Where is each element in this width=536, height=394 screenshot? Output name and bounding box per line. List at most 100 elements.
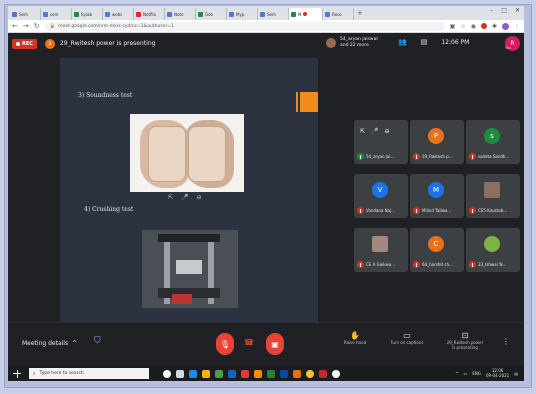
star-icon[interactable]: ☆ xyxy=(460,23,465,30)
new-tab-button[interactable]: + xyxy=(357,9,363,17)
muted-mic-icon xyxy=(469,153,476,160)
browser-tab-active[interactable]: M xyxy=(289,8,323,20)
browser-tab[interactable]: Myp xyxy=(227,8,258,20)
participant-tile[interactable]: 33_Ishwar N... xyxy=(466,228,520,272)
extension-area: ▣ ☆ ◉ ✱ ⋮ xyxy=(450,22,520,30)
mic-toggle-button[interactable]: 🎙 xyxy=(216,333,234,355)
tab-favicon-icon xyxy=(43,11,48,17)
minimize-button[interactable]: – xyxy=(490,7,493,14)
app-icon[interactable] xyxy=(280,369,288,378)
participant-name: 54_aryan jai... xyxy=(366,154,395,159)
joined-text: 54_aryan jaiswal and 22 more xyxy=(340,37,378,48)
participant-tile[interactable]: V Vandana Naj... xyxy=(354,174,408,218)
participant-tile[interactable]: CE5 Kaustub... xyxy=(466,174,520,218)
mute-icon[interactable]: 🎤 xyxy=(371,128,378,135)
camera-icon[interactable]: ▣ xyxy=(450,23,456,30)
mic-off-icon: 🎙 xyxy=(219,339,231,349)
mute-icon[interactable]: 🎤 xyxy=(181,194,188,201)
machine-block xyxy=(176,260,202,274)
camera-toggle-button[interactable]: ▣ xyxy=(266,333,284,355)
taskbar-date: 09-04-2021 xyxy=(485,373,510,378)
participant-tile[interactable]: M Milind Tailwa... xyxy=(410,174,464,218)
remove-icon[interactable]: ⊖ xyxy=(385,128,390,135)
browser-tab[interactable]: Sylab xyxy=(72,8,103,20)
tab-favicon-icon xyxy=(74,11,79,17)
browser-tab[interactable]: Sem xyxy=(10,8,41,20)
presenting-button[interactable]: ⊡ 29_Rwitesh power is presenting xyxy=(442,331,488,350)
joined-notification: 54_aryan jaiswal and 22 more xyxy=(326,37,382,48)
menu-kebab-icon[interactable]: ⋮ xyxy=(514,23,520,30)
top-icons: 👥 ▤ 12:06 PM xyxy=(398,38,469,46)
tray-arrow-icon[interactable]: ^ xyxy=(455,371,458,376)
extension-icon[interactable]: ◉ xyxy=(471,23,476,30)
browser-tab[interactable]: Goo xyxy=(196,8,227,20)
captions-label: Turn on captions xyxy=(390,340,424,345)
slide-heading-soundness: 3) Soundness test xyxy=(78,92,133,99)
app-icon[interactable] xyxy=(293,369,301,378)
browser-tab[interactable]: Netflix xyxy=(134,8,165,20)
pin-icon[interactable]: ⇱ xyxy=(168,194,173,201)
lang-indicator[interactable]: ENG xyxy=(472,371,481,376)
meeting-details-button[interactable]: Meeting details ^ xyxy=(22,340,77,347)
participant-photo xyxy=(372,236,388,252)
muted-mic-icon xyxy=(357,261,364,268)
extension-red-icon[interactable] xyxy=(480,23,487,29)
app-icon[interactable] xyxy=(189,369,197,378)
slide-heading-crushing: 4) Crushing test xyxy=(84,206,134,213)
participant-name: CE5 Kaustub... xyxy=(478,208,508,213)
app-icon[interactable] xyxy=(332,369,340,378)
machine-top xyxy=(158,234,220,242)
task-view-icon[interactable] xyxy=(176,369,184,378)
people-icon[interactable]: 👥 xyxy=(398,38,407,46)
remove-icon[interactable]: ⊖ xyxy=(197,194,202,201)
muted-mic-icon xyxy=(469,207,476,214)
url-field[interactable]: 🔒 meet.google.com/nrm-dxnx-syd/nc=1&auth… xyxy=(44,21,445,31)
maximize-button[interactable]: □ xyxy=(501,7,507,14)
taskbar-clock[interactable]: 12:06 09-04-2021 xyxy=(486,368,509,378)
puzzle-icon[interactable]: ✱ xyxy=(492,23,497,30)
windows-start-icon[interactable] xyxy=(13,369,21,378)
present-screen-icon: ⊡ xyxy=(461,331,469,340)
pin-icon[interactable]: ⇱ xyxy=(360,128,365,135)
shield-icon[interactable]: ⛉ xyxy=(94,336,101,346)
end-call-icon[interactable]: ☎ xyxy=(244,338,254,347)
app-icon[interactable] xyxy=(241,369,249,378)
reload-icon[interactable]: ↻ xyxy=(34,22,40,30)
chat-icon[interactable]: ▤ xyxy=(421,38,428,46)
participant-tile[interactable]: ⇱ 🎤 ⊖ 54_aryan jai... xyxy=(354,120,408,164)
meeting-stage: 3) Soundness test ⇱ 🎤 ⊖ 4) Crushing test xyxy=(8,54,524,322)
participant-name: CE A Gaikwa... xyxy=(366,262,396,267)
browser-tab[interactable]: Sem xyxy=(258,8,289,20)
participant-tile[interactable]: s samita Sandh... xyxy=(466,120,520,164)
battery-icon[interactable]: ▭ xyxy=(464,371,468,376)
more-options-icon[interactable]: ⋮ xyxy=(502,337,510,346)
participant-tile[interactable]: P 29_Rwitesh p... xyxy=(410,120,464,164)
search-icon: ⌕ xyxy=(33,371,36,377)
participant-tile[interactable]: C 64_harshit ch... xyxy=(410,228,464,272)
taskbar-search-field[interactable]: ⌕ Type here to search xyxy=(29,368,149,379)
app-icon[interactable] xyxy=(319,369,327,378)
notification-icon[interactable]: ▤ xyxy=(514,371,518,376)
raise-hand-button[interactable]: ✋ Raise hand xyxy=(332,331,378,345)
cortana-icon[interactable] xyxy=(163,369,171,378)
browser-tab[interactable]: Note xyxy=(165,8,196,20)
forward-arrow-icon[interactable]: → xyxy=(23,22,29,30)
browser-tab[interactable]: sem xyxy=(41,8,72,20)
browser-tab[interactable]: webs xyxy=(103,8,134,20)
participant-avatar: M xyxy=(428,182,444,198)
chrome-icon[interactable] xyxy=(306,369,314,378)
file-explorer-icon[interactable] xyxy=(202,369,210,378)
profile-avatar[interactable] xyxy=(502,22,509,30)
app-icon[interactable] xyxy=(254,369,262,378)
app-icon[interactable] xyxy=(215,369,223,378)
app-icon[interactable] xyxy=(267,369,275,378)
recording-badge: REC xyxy=(12,38,37,49)
captions-button[interactable]: ▭ Turn on captions xyxy=(384,331,430,345)
app-icon[interactable] xyxy=(228,369,236,378)
close-window-button[interactable]: ✕ xyxy=(515,7,520,14)
browser-tab[interactable]: Reso xyxy=(323,8,354,20)
tab-label: Netflix xyxy=(143,11,157,17)
participant-tile[interactable]: CE A Gaikwa... xyxy=(354,228,408,272)
back-arrow-icon[interactable]: ← xyxy=(12,22,18,30)
participant-name: Vandana Naj... xyxy=(366,208,396,213)
